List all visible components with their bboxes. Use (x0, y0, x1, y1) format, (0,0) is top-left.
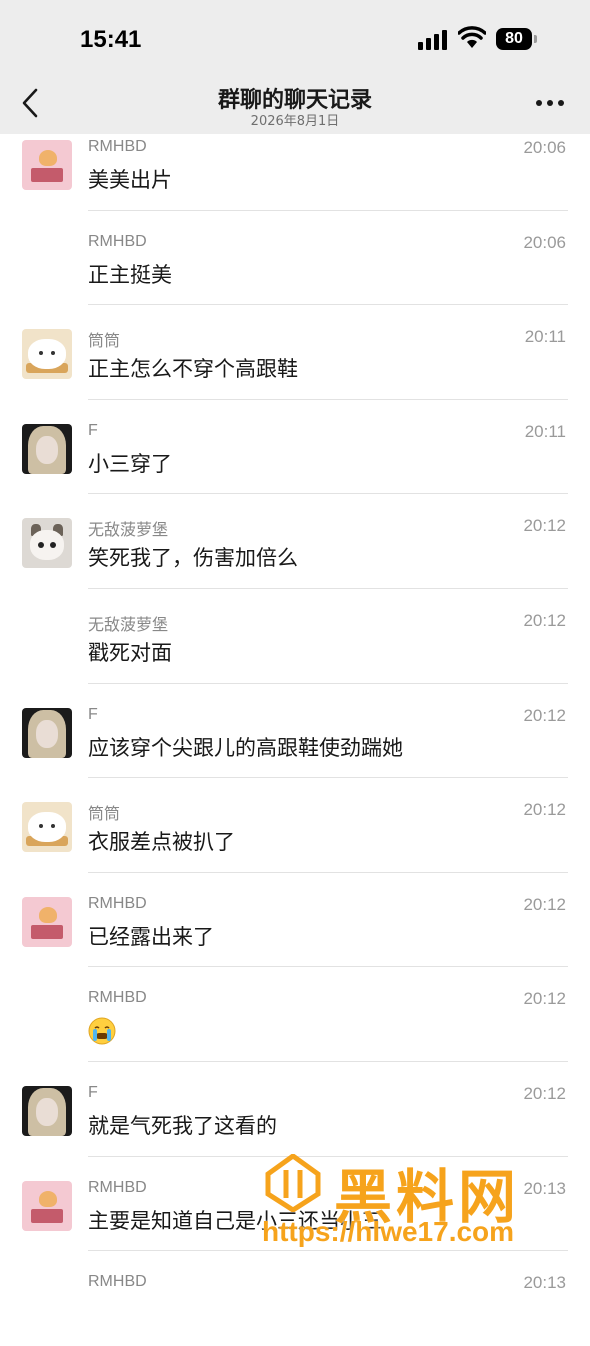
more-options-icon[interactable] (536, 100, 564, 108)
battery-icon: 80 (496, 28, 532, 50)
message-text: 正主怎么不穿个高跟鞋 (88, 357, 298, 382)
message-row[interactable]: F 20:12 应该穿个尖跟儿的高跟鞋使劲踹她 (0, 684, 590, 779)
wifi-icon (458, 26, 486, 48)
avatar-tongtong[interactable] (22, 329, 72, 380)
message-time: 20:11 (524, 327, 566, 347)
avatar-f[interactable] (22, 423, 72, 474)
sender-name: RMHBD (88, 894, 147, 912)
avatar-f[interactable] (22, 707, 72, 758)
message-text: 就是气死我了这看的 (88, 1113, 277, 1138)
sender-name: RMHBD (88, 989, 147, 1007)
sender-name: RMHBD (88, 1178, 147, 1196)
message-text: 应该穿个尖跟儿的高跟鞋使劲踹她 (88, 735, 403, 760)
top-bar: 15:41 80 群聊的聊天记录 2026年8月1日 (0, 0, 590, 134)
message-row[interactable]: RMHBD 20:13 (0, 1251, 590, 1346)
message-time: 20:12 (523, 894, 566, 914)
message-time: 20:12 (523, 989, 566, 1009)
sender-name: F (88, 1083, 98, 1101)
crying-emoji-icon (88, 1017, 116, 1045)
watermark: 黑料网 https://hlwe17.com (262, 1150, 568, 1250)
sender-name: RMHBD (88, 232, 147, 250)
message-row[interactable]: 无敌菠萝堡 20:12 戳死对面 (0, 589, 590, 684)
message-time: 20:12 (523, 800, 566, 820)
avatar-f[interactable] (22, 1085, 72, 1136)
sender-name: F (88, 705, 98, 723)
avatar-cat[interactable] (22, 518, 72, 569)
message-row[interactable]: 无敌菠萝堡 20:12 笑死我了，伤害加倍么 (0, 494, 590, 589)
message-text: 笑死我了，伤害加倍么 (88, 546, 298, 571)
message-row[interactable]: 筒筒 20:11 正主怎么不穿个高跟鞋 (0, 305, 590, 400)
message-row[interactable]: RMHBD 20:12 已经露出来了 (0, 873, 590, 968)
message-time: 20:12 (523, 1083, 566, 1103)
status-time: 15:41 (80, 26, 142, 53)
message-time: 20:06 (523, 138, 566, 157)
sender-name: 无敌菠萝堡 (88, 616, 169, 634)
message-time: 20:11 (524, 421, 566, 441)
message-time: 20:12 (523, 516, 566, 536)
message-row[interactable]: RMHBD 20:06 正主挺美 (0, 211, 590, 306)
message-text: 已经露出来了 (88, 924, 214, 949)
message-row[interactable]: F 20:11 小三穿了 (0, 400, 590, 495)
sender-name: RMHBD (88, 1273, 147, 1291)
message-time: 20:12 (523, 610, 566, 630)
sender-name: 筒筒 (88, 333, 121, 351)
cellular-signal-icon (418, 30, 448, 50)
message-row[interactable]: F 20:12 就是气死我了这看的 (0, 1062, 590, 1157)
message-text: 衣服差点被扒了 (88, 830, 235, 855)
sender-name: 筒筒 (88, 806, 121, 824)
message-text: 小三穿了 (88, 451, 172, 476)
avatar-rmhbd[interactable] (22, 140, 72, 190)
message-text: 正主挺美 (88, 262, 172, 287)
battery-cap (534, 35, 537, 43)
avatar-tongtong[interactable] (22, 802, 72, 853)
message-time: 20:12 (523, 705, 566, 725)
avatar-rmhbd[interactable] (22, 1180, 72, 1231)
watermark-logo-icon (265, 1154, 321, 1212)
message-text: 戳死对面 (88, 640, 172, 665)
page-subtitle-date: 2026年8月1日 (250, 114, 340, 129)
message-row[interactable]: 筒筒 20:12 衣服差点被扒了 (0, 778, 590, 873)
avatar-rmhbd[interactable] (22, 896, 72, 947)
watermark-url: https://hlwe17.com (262, 1216, 515, 1247)
sender-name: F (88, 421, 98, 439)
message-time: 20:13 (523, 1273, 566, 1293)
message-text: 美美出片 (88, 168, 172, 192)
sender-name: RMHBD (88, 138, 147, 155)
message-row[interactable]: RMHBD 20:12 (0, 967, 590, 1062)
message-time: 20:06 (523, 232, 566, 252)
sender-name: 无敌菠萝堡 (88, 522, 169, 540)
